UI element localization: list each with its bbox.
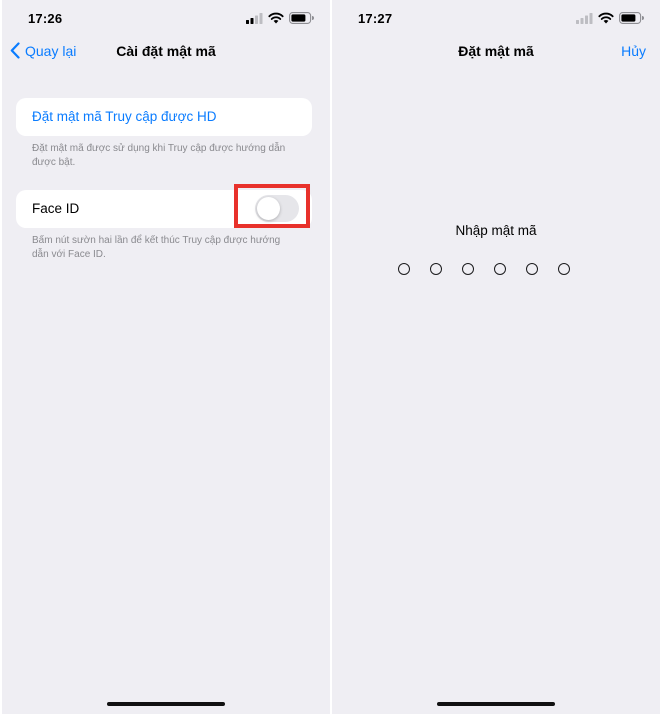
status-bar: 17:26 bbox=[2, 0, 330, 34]
wifi-icon bbox=[598, 12, 614, 24]
passcode-dot bbox=[430, 263, 442, 275]
status-icons bbox=[246, 12, 314, 24]
status-bar: 17:27 bbox=[332, 0, 660, 34]
face-id-toggle[interactable] bbox=[255, 195, 299, 222]
passcode-settings-screen: 17:26 Quay lại Cài đặt mật mã Đặt mật mã… bbox=[2, 0, 330, 714]
status-time: 17:27 bbox=[358, 11, 393, 26]
set-passcode-footnote: Đặt mật mã được sử dụng khi Truy cập đượ… bbox=[32, 143, 286, 168]
wifi-icon bbox=[268, 12, 284, 24]
set-passcode-group: Đặt mật mã Truy cập được HD bbox=[16, 98, 312, 136]
face-id-footnote: Bấm nút sườn hai lần để kết thúc Truy cậ… bbox=[32, 235, 281, 260]
home-indicator bbox=[107, 702, 225, 706]
toggle-knob bbox=[257, 197, 280, 220]
cellular-signal-icon bbox=[576, 12, 593, 24]
page-title: Cài đặt mật mã bbox=[116, 43, 216, 59]
passcode-dot bbox=[526, 263, 538, 275]
set-passcode-screen: 17:27 Đặt mật mã Hủy Nhập mật mã bbox=[332, 0, 660, 714]
home-indicator bbox=[437, 702, 555, 706]
passcode-dot bbox=[398, 263, 410, 275]
status-time: 17:26 bbox=[28, 11, 63, 26]
passcode-dot bbox=[558, 263, 570, 275]
passcode-dots bbox=[398, 263, 570, 275]
cancel-button[interactable]: Hủy bbox=[621, 43, 646, 59]
cellular-signal-icon bbox=[246, 12, 263, 24]
page-title: Đặt mật mã bbox=[458, 43, 534, 59]
battery-icon bbox=[289, 12, 314, 24]
face-id-label: Face ID bbox=[32, 201, 80, 216]
battery-icon bbox=[619, 12, 644, 24]
status-icons bbox=[576, 12, 644, 24]
nav-bar: Đặt mật mã Hủy bbox=[332, 38, 660, 68]
nav-bar: Quay lại Cài đặt mật mã bbox=[2, 38, 330, 68]
passcode-dot bbox=[462, 263, 474, 275]
passcode-dot bbox=[494, 263, 506, 275]
set-passcode-link[interactable]: Đặt mật mã Truy cập được HD bbox=[32, 109, 216, 124]
passcode-prompt: Nhập mật mã bbox=[455, 223, 537, 238]
